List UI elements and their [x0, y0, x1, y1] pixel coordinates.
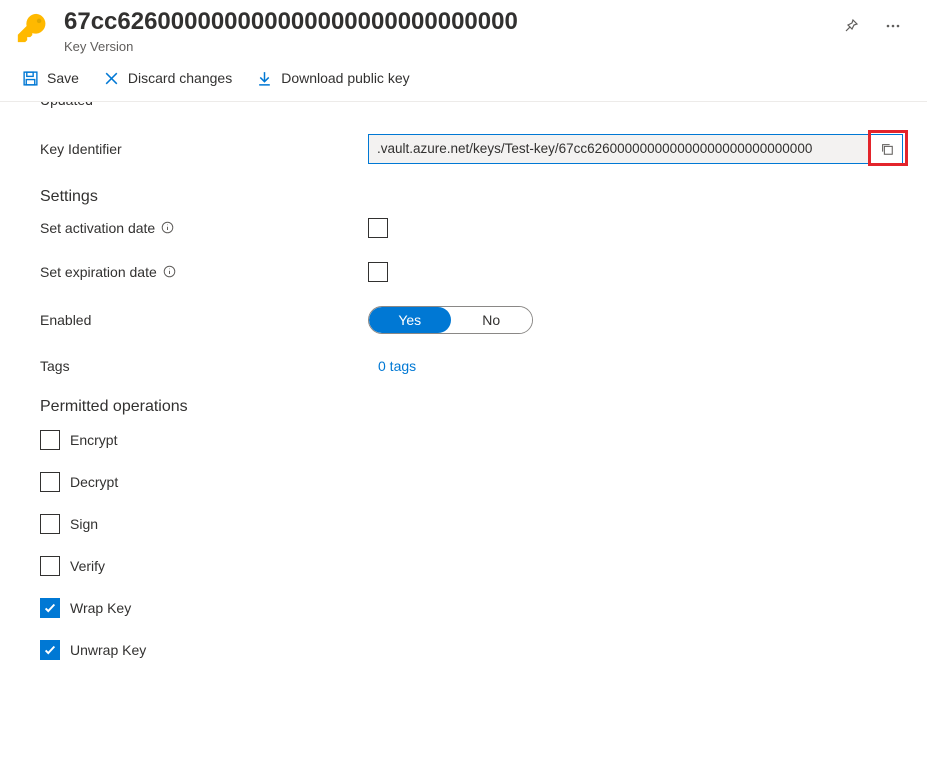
info-icon[interactable] — [163, 265, 176, 278]
operation-label: Encrypt — [70, 432, 117, 448]
copy-icon — [880, 142, 894, 156]
download-public-key-button[interactable]: Download public key — [246, 66, 419, 91]
expiration-date-label: Set expiration date — [40, 264, 157, 280]
tags-label: Tags — [40, 358, 368, 374]
permitted-operations-list: Encrypt Decrypt Sign Verify Wrap Key Unwrap K… — [40, 430, 903, 660]
pin-button[interactable] — [839, 14, 863, 38]
operation-label: Sign — [70, 516, 98, 532]
permitted-operations-heading: Permitted operations — [40, 398, 903, 416]
ellipsis-icon — [885, 18, 901, 34]
key-identifier-label: Key Identifier — [40, 141, 368, 157]
operation-checkbox[interactable] — [40, 640, 60, 660]
key-identifier-row: Key Identifier — [40, 134, 903, 164]
operation-checkbox[interactable] — [40, 514, 60, 534]
save-icon — [22, 70, 39, 87]
close-icon — [103, 70, 120, 87]
enabled-no-option[interactable]: No — [451, 307, 533, 333]
more-button[interactable] — [881, 14, 905, 38]
copy-key-identifier-button[interactable] — [870, 135, 902, 163]
enabled-yes-option[interactable]: Yes — [369, 307, 451, 333]
operation-checkbox[interactable] — [40, 430, 60, 450]
discard-button[interactable]: Discard changes — [93, 66, 242, 91]
activation-date-row: Set activation date — [40, 218, 903, 238]
page-header: 67cc626000000000000000000000000000 Key V… — [0, 0, 927, 56]
enabled-row: Enabled Yes No — [40, 306, 903, 334]
key-identifier-field-wrap — [368, 134, 903, 164]
enabled-label: Enabled — [40, 312, 368, 328]
settings-heading: Settings — [40, 188, 903, 206]
operation-label: Verify — [70, 558, 105, 574]
permitted-operation-item: Unwrap Key — [40, 640, 903, 660]
command-bar: Save Discard changes Download public key — [0, 56, 927, 102]
permitted-operation-item: Verify — [40, 556, 903, 576]
page-title: 67cc626000000000000000000000000000 — [64, 8, 839, 37]
key-identifier-input[interactable] — [369, 135, 870, 163]
operation-checkbox[interactable] — [40, 556, 60, 576]
permitted-operation-item: Sign — [40, 514, 903, 534]
content-area: Updated Key Identifier Settings Set acti… — [0, 102, 927, 702]
activation-date-checkbox[interactable] — [368, 218, 388, 238]
operation-label: Decrypt — [70, 474, 118, 490]
pin-icon — [843, 18, 859, 34]
expiration-date-checkbox[interactable] — [368, 262, 388, 282]
operation-checkbox[interactable] — [40, 598, 60, 618]
info-icon[interactable] — [161, 221, 174, 234]
activation-date-label: Set activation date — [40, 220, 155, 236]
permitted-operation-item: Wrap Key — [40, 598, 903, 618]
operation-label: Wrap Key — [70, 600, 131, 616]
key-icon — [12, 8, 52, 48]
enabled-toggle[interactable]: Yes No — [368, 306, 533, 334]
tags-link[interactable]: 0 tags — [368, 358, 416, 374]
save-button[interactable]: Save — [12, 66, 89, 91]
operation-checkbox[interactable] — [40, 472, 60, 492]
page-subtitle: Key Version — [64, 39, 839, 54]
permitted-operation-item: Decrypt — [40, 472, 903, 492]
expiration-date-row: Set expiration date — [40, 262, 903, 282]
permitted-operation-item: Encrypt — [40, 430, 903, 450]
updated-row-cut: Updated — [40, 102, 903, 116]
tags-row: Tags 0 tags — [40, 358, 903, 374]
download-icon — [256, 70, 273, 87]
operation-label: Unwrap Key — [70, 642, 146, 658]
